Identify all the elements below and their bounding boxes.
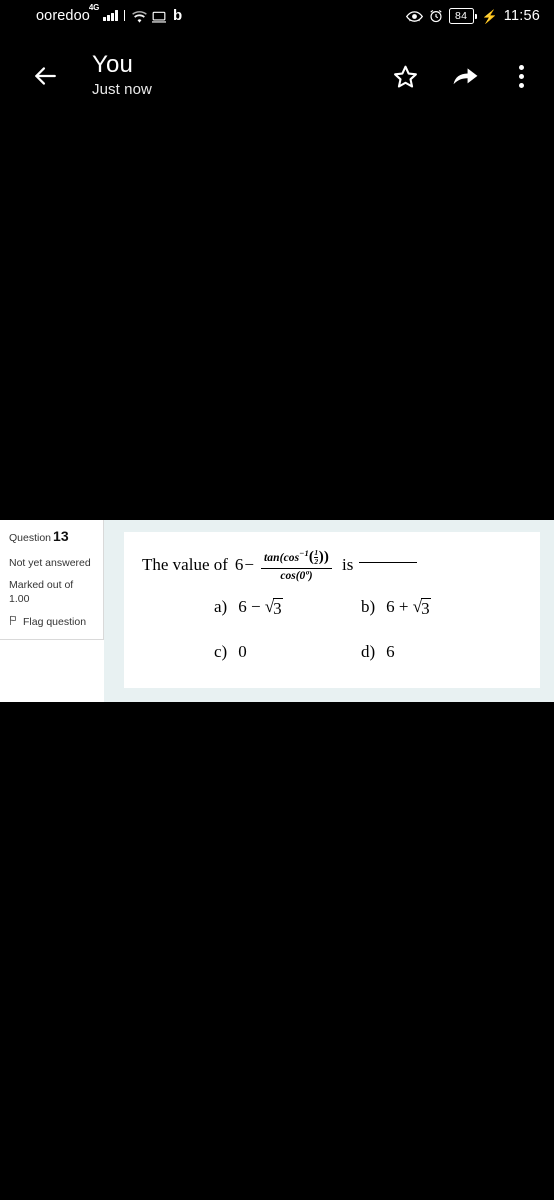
fraction: tan(cos−1(1 2)) cos(0º) xyxy=(261,547,332,584)
question-number: Question 13 xyxy=(9,528,94,546)
fraction-denominator: cos(0º) xyxy=(261,567,332,584)
numerator-half-fraction: 12 xyxy=(314,547,319,566)
question-status: Not yet answered xyxy=(9,556,91,569)
option-a-value: 6 − √ 3 xyxy=(238,596,283,618)
sqrt-icon: √ 3 xyxy=(264,596,283,618)
marked-out-of-value: 1.00 xyxy=(9,592,30,605)
network-type-label: 4G xyxy=(88,3,99,13)
flag-question-button[interactable]: Flag question xyxy=(9,615,94,629)
kebab-dot xyxy=(519,73,524,79)
numerator-superscript: −1 xyxy=(299,548,309,559)
battery-indicator: 84 xyxy=(448,8,477,24)
option-b[interactable]: b) 6 + √ 3 xyxy=(361,597,508,617)
battery-tip xyxy=(474,13,477,19)
option-c-label: c) xyxy=(214,641,228,661)
signal-divider xyxy=(123,10,126,22)
app-bar-actions xyxy=(393,61,536,92)
alarm-clock-icon xyxy=(429,9,443,23)
question-stem-base: 6 xyxy=(234,554,244,574)
carrier-label: ooredoo4G xyxy=(36,3,99,25)
half-numerator: 1 xyxy=(314,547,319,557)
half-denominator: 2 xyxy=(314,556,319,566)
question-stem-tail: is xyxy=(341,554,354,574)
question-sheet: Question 13 Not yet answered Marked out o… xyxy=(0,520,554,702)
bottom-black-area xyxy=(0,702,554,1200)
question-marks: Marked out of 1.00 xyxy=(9,579,94,606)
option-a[interactable]: a) 6 − √ 3 xyxy=(214,597,361,617)
option-d-value: 6 xyxy=(386,641,395,661)
overflow-menu-icon[interactable] xyxy=(513,61,530,92)
kebab-dot xyxy=(519,82,524,88)
empty-message-area xyxy=(0,120,554,520)
cast-screen-icon xyxy=(152,10,167,23)
question-panel: The value of 6 − tan(cos−1(1 2)) cos(0º) … xyxy=(104,520,554,702)
battery-level-label: 84 xyxy=(448,8,474,24)
option-c-value: 0 xyxy=(238,641,247,661)
flag-icon xyxy=(9,615,18,629)
numerator-close-paren: )) xyxy=(318,549,329,565)
charging-bolt-icon: ⚡ xyxy=(481,8,498,24)
page-title: You xyxy=(92,50,134,78)
option-b-label: b) xyxy=(361,596,376,616)
marked-out-of-label: Marked out of xyxy=(9,579,74,592)
option-c[interactable]: c) 0 xyxy=(214,642,361,662)
app-bar: You Just now xyxy=(0,32,554,120)
back-arrow-icon[interactable] xyxy=(26,57,64,95)
kebab-dot xyxy=(519,64,524,70)
question-card: The value of 6 − tan(cos−1(1 2)) cos(0º) … xyxy=(124,532,540,688)
share-icon[interactable] xyxy=(452,66,479,87)
question-info-panel: Question 13 Not yet answered Marked out o… xyxy=(0,520,104,641)
app-bar-title-block: You Just now xyxy=(92,51,393,101)
question-number-label: Question xyxy=(9,532,52,544)
status-bar: ooredoo4G b 84 ⚡ 11:56 xyxy=(0,0,554,32)
option-b-value: 6 + √ 3 xyxy=(386,596,431,618)
status-bar-right: 84 ⚡ 11:56 xyxy=(405,8,540,24)
status-bar-left: ooredoo4G b xyxy=(36,3,183,25)
question-number-value: 13 xyxy=(53,528,69,544)
wifi-icon xyxy=(132,10,147,23)
option-a-label: a) xyxy=(214,596,228,616)
sqrt-icon: √ 3 xyxy=(412,596,431,618)
signal-bars-icon xyxy=(103,10,118,22)
fraction-numerator: tan(cos−1(1 2)) xyxy=(261,547,332,568)
answer-blank xyxy=(359,561,418,563)
question-stem-lead: The value of xyxy=(142,554,228,574)
bluetooth-b-icon: b xyxy=(173,7,183,25)
option-d-label: d) xyxy=(361,641,376,661)
page-subtitle: Just now xyxy=(92,80,152,98)
eye-icon xyxy=(405,10,423,23)
numerator-function: tan(cos xyxy=(264,552,300,564)
flag-question-label: Flag question xyxy=(23,616,87,629)
answer-options: a) 6 − √ 3 b) 6 + √ 3 c) 0 d) 6 xyxy=(142,597,518,662)
option-d[interactable]: d) 6 xyxy=(361,642,508,662)
question-stem-minus: − xyxy=(244,554,254,574)
question-stem: The value of 6 − tan(cos−1(1 2)) cos(0º) … xyxy=(142,548,518,583)
clock-label: 11:56 xyxy=(503,8,540,24)
star-icon[interactable] xyxy=(393,64,418,89)
